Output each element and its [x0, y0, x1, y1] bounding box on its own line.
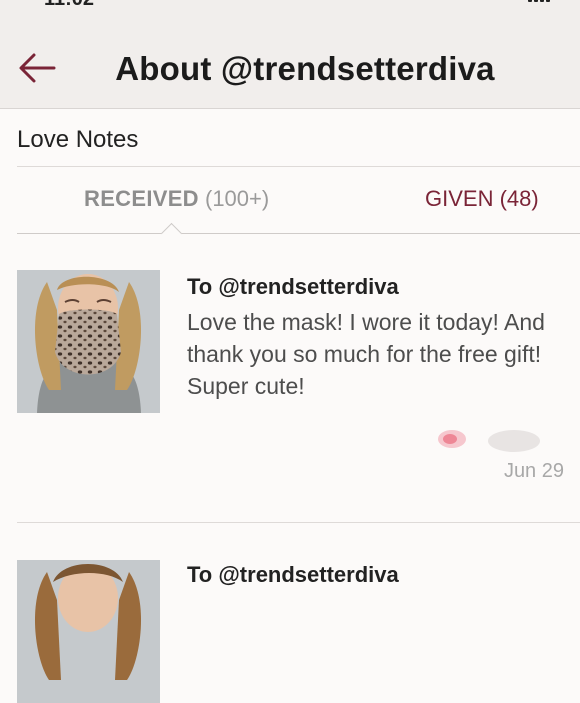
- note-date: Jun 29: [503, 460, 564, 482]
- status-bar: 11:02: [0, 0, 580, 14]
- section-title: Love Notes: [17, 126, 139, 153]
- note-recipient: To @trendsetterdiva: [187, 562, 399, 587]
- note-reaction-icons[interactable]: [432, 425, 552, 455]
- signal-icon: [528, 0, 550, 2]
- tab-given-count: (48): [499, 186, 539, 211]
- divider: [17, 522, 580, 523]
- tabs-underline: [17, 233, 580, 234]
- note-recipient: To @trendsetterdiva: [187, 274, 399, 299]
- divider: [17, 166, 580, 167]
- product-photo: [17, 560, 160, 703]
- page-title: About @trendsetterdiva: [115, 50, 495, 87]
- status-time: 11:02: [44, 0, 94, 11]
- active-tab-caret: [160, 222, 183, 245]
- note-product-image[interactable]: [17, 270, 160, 413]
- tab-given[interactable]: GIVEN (48): [425, 186, 539, 212]
- header: About @trendsetterdiva: [0, 14, 580, 109]
- note-product-image[interactable]: [17, 560, 160, 703]
- tab-given-label: GIVEN: [425, 186, 494, 211]
- tab-received[interactable]: RECEIVED (100+): [84, 186, 269, 212]
- product-photo: [17, 270, 160, 413]
- tab-received-label: RECEIVED: [84, 186, 199, 211]
- tab-received-count: (100+): [205, 186, 270, 211]
- note-message: Love the mask! I wore it today! And than…: [187, 309, 545, 399]
